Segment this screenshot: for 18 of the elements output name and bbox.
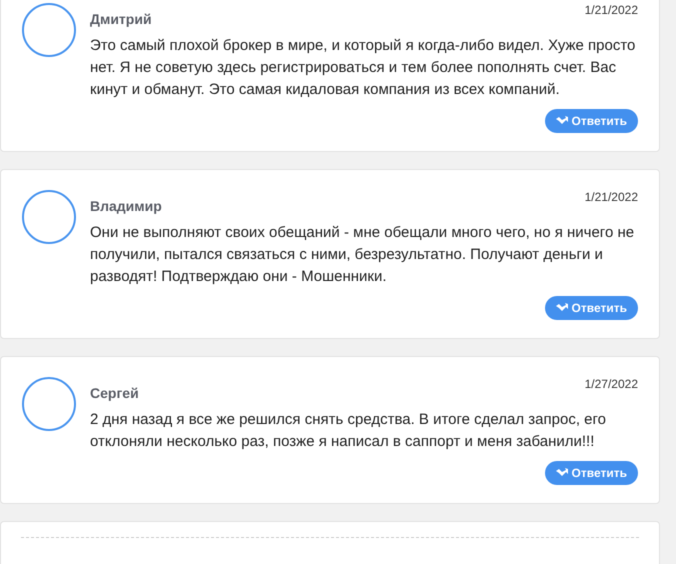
comment-text: Это самый плохой брокер в мире, и который я когда-либо видел. Хуже просто нет. Я не советую здесь регистрироваться и тем более пополнять счет. Вас кинут и обманут. Это самая кидаловая компания из всех компаний. (90, 36, 636, 100)
comment-date: 1/27/2022 (584, 377, 638, 391)
author-name: Владимир (90, 198, 162, 214)
avatar (22, 377, 76, 431)
reply-button[interactable]: Ответить (544, 296, 638, 320)
reply-icon (556, 468, 568, 478)
reply-button[interactable]: Ответить (544, 461, 638, 485)
avatar (22, 3, 76, 57)
comment-text: Они не выполняют своих обещаний - мне обещали много чего, но я ничего не получили, пытался связаться с ними, безрезультатно. Получают деньги и разводят! Подтверждаю они - Мошенники. (90, 223, 636, 287)
reply-icon (556, 116, 568, 126)
reply-icon (556, 303, 568, 313)
author-name: Сергей (90, 385, 139, 401)
reply-button[interactable]: Ответить (544, 109, 638, 133)
comment-text: 2 дня назад я все же решился снять средства. В итоге сделал запрос, его отклоняли несколько раз, позже я написал в саппорт и меня забанили!!! (90, 410, 607, 452)
author-name: Дмитрий (90, 11, 152, 27)
comment-date: 1/21/2022 (584, 3, 638, 17)
avatar (22, 190, 76, 244)
comment-date: 1/21/2022 (584, 190, 638, 204)
